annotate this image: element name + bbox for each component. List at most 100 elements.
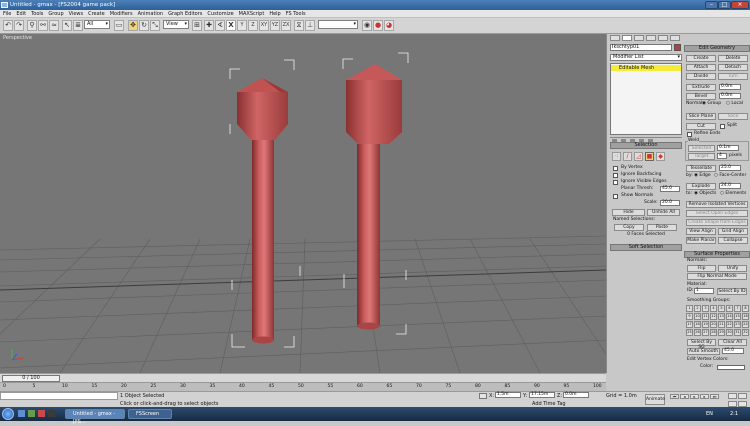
minimize-icon[interactable]: –: [705, 1, 718, 9]
arc-rotate-icon[interactable]: [738, 400, 747, 407]
next-frame-icon[interactable]: ▸: [700, 394, 709, 399]
by-vertex-checkbox[interactable]: [613, 166, 618, 171]
axis-y-button[interactable]: Y: [237, 20, 247, 31]
menu-tools[interactable]: Tools: [31, 10, 43, 17]
smoothing-group-button[interactable]: 17: [686, 321, 693, 328]
x-coord-field[interactable]: 1.5m: [495, 392, 521, 398]
target-pixels-spinner[interactable]: 4: [717, 153, 727, 159]
delete-button[interactable]: Delete: [718, 55, 748, 62]
reference-coord-dropdown[interactable]: View: [163, 20, 189, 29]
smoothing-group-button[interactable]: 9: [686, 313, 693, 320]
smoothing-group-button[interactable]: 21: [718, 321, 725, 328]
maxscript-listener-mini[interactable]: [0, 392, 118, 400]
axis-x-button[interactable]: X: [226, 20, 236, 31]
edit-geometry-rollout-header[interactable]: Edit Geometry: [684, 45, 750, 52]
menu-file[interactable]: File: [3, 10, 11, 17]
hide-button[interactable]: Hide: [612, 209, 645, 216]
tessellate-spinner[interactable]: 25.0: [719, 165, 741, 171]
select-object-icon[interactable]: ↖: [62, 20, 72, 31]
weld-target-button[interactable]: Target: [688, 153, 715, 160]
snap-icon[interactable]: ∢: [215, 20, 225, 31]
smoothing-group-button[interactable]: 15: [734, 313, 741, 320]
remove-isolated-vertices-button[interactable]: Remove Isolated Vertices: [686, 201, 748, 208]
cut-button[interactable]: Cut: [686, 123, 716, 130]
menu-help[interactable]: Help: [269, 10, 280, 17]
smoothing-group-button[interactable]: 6: [726, 305, 733, 312]
smoothing-group-button[interactable]: 29: [718, 329, 725, 336]
grid-align-button[interactable]: Grid Align: [718, 228, 748, 235]
unlink-icon[interactable]: ⚯: [38, 20, 48, 31]
bevel-button[interactable]: Bevel: [686, 93, 716, 100]
modifier-list-dropdown[interactable]: Modifier List: [610, 54, 682, 61]
scale-spinner[interactable]: 20.0: [660, 200, 680, 206]
extrude-spinner[interactable]: 0.0m: [719, 84, 741, 90]
perspective-viewport[interactable]: Perspective: [0, 34, 606, 373]
vertex-level-icon[interactable]: ⁖: [612, 152, 621, 161]
menu-maxscript[interactable]: MAXScript: [239, 10, 265, 17]
create-shape-from-edges-button[interactable]: Create Shape from Edges: [686, 219, 748, 226]
menu-animation[interactable]: Animation: [138, 10, 164, 17]
unhide-all-button[interactable]: Unhide All: [647, 209, 680, 216]
animate-button[interactable]: Animate: [645, 394, 665, 405]
smoothing-group-button[interactable]: 14: [726, 313, 733, 320]
axis-xy-button[interactable]: XY: [259, 20, 269, 31]
smoothing-group-button[interactable]: 12: [710, 313, 717, 320]
smoothing-group-button[interactable]: 22: [726, 321, 733, 328]
refine-ends-checkbox[interactable]: [687, 132, 692, 137]
rotate-icon[interactable]: ↻: [139, 20, 149, 31]
smoothing-group-button[interactable]: 31: [734, 329, 741, 336]
scale-icon[interactable]: ⤡: [150, 20, 160, 31]
smoothing-group-button[interactable]: 28: [710, 329, 717, 336]
view-align-button[interactable]: View Align: [686, 228, 716, 235]
flip-normal-mode-button[interactable]: Flip Normal Mode: [687, 273, 747, 280]
turn-button[interactable]: Turn: [718, 73, 748, 80]
make-planar-button[interactable]: Make Planar: [686, 237, 716, 244]
face-center-radio[interactable]: ○ Face-Center: [714, 173, 746, 179]
quicklaunch-media-icon[interactable]: [48, 410, 55, 417]
select-by-sg-button[interactable]: Select By SG: [687, 339, 716, 350]
axis-yz-button[interactable]: YZ: [270, 20, 280, 31]
ignore-backfacing-checkbox[interactable]: [613, 173, 618, 178]
smoothing-group-button[interactable]: 7: [734, 305, 741, 312]
selection-filter-dropdown[interactable]: All: [84, 20, 110, 29]
menu-create[interactable]: Create: [88, 10, 105, 17]
face-level-icon[interactable]: ◿: [634, 152, 643, 161]
maximize-icon[interactable]: □: [718, 1, 731, 9]
menu-fs-tools[interactable]: FS Tools: [286, 10, 306, 17]
axis-zx-button[interactable]: ZX: [281, 20, 291, 31]
weld-threshold-spinner[interactable]: 0.1m: [717, 145, 739, 151]
material-editor-icon[interactable]: ◉: [362, 20, 372, 31]
smoothing-group-button[interactable]: 5: [718, 305, 725, 312]
slice-plane-button[interactable]: Slice Plane: [686, 113, 716, 120]
smoothing-group-button[interactable]: 1: [686, 305, 693, 312]
pan-icon[interactable]: [728, 400, 737, 407]
zoom-all-icon[interactable]: [738, 393, 747, 399]
surface-properties-rollout-header[interactable]: Surface Properties: [684, 251, 750, 258]
smoothing-group-button[interactable]: 18: [694, 321, 701, 328]
render-icon[interactable]: ●: [373, 20, 383, 31]
undo-icon[interactable]: ↶: [3, 20, 13, 31]
previous-frame-icon[interactable]: ◂: [680, 394, 689, 399]
auto-smooth-button[interactable]: Auto Smooth: [687, 348, 720, 355]
weld-selected-button[interactable]: Selected: [688, 145, 715, 152]
smoothing-group-button[interactable]: 23: [734, 321, 741, 328]
object-name-field[interactable]: Ikschtyp01: [610, 44, 672, 51]
axis-z-button[interactable]: Z: [248, 20, 258, 31]
vertex-color-swatch[interactable]: [717, 365, 745, 370]
select-by-id-button[interactable]: Select By ID: [717, 288, 747, 295]
time-slider-track[interactable]: 0 / 100: [0, 373, 606, 382]
collapse-button[interactable]: Collapse: [718, 237, 748, 244]
z-coord-field[interactable]: 0.0m: [563, 392, 589, 398]
smoothing-group-button[interactable]: 27: [702, 329, 709, 336]
select-open-edges-button[interactable]: Select Open Edges: [686, 210, 748, 217]
select-by-name-icon[interactable]: ≣: [73, 20, 83, 31]
move-icon[interactable]: ✥: [128, 20, 138, 31]
extrude-button[interactable]: Extrude: [686, 84, 716, 91]
play-icon[interactable]: ▸: [690, 394, 699, 399]
copy-button[interactable]: Copy: [614, 224, 644, 231]
y-coord-field[interactable]: 17.15m: [529, 392, 555, 398]
selection-rollout-header[interactable]: Selection: [610, 142, 682, 149]
smoothing-group-button[interactable]: 11: [702, 313, 709, 320]
stack-item-editable-mesh[interactable]: Editable Mesh: [611, 65, 681, 71]
unify-button[interactable]: Unify: [718, 265, 747, 272]
